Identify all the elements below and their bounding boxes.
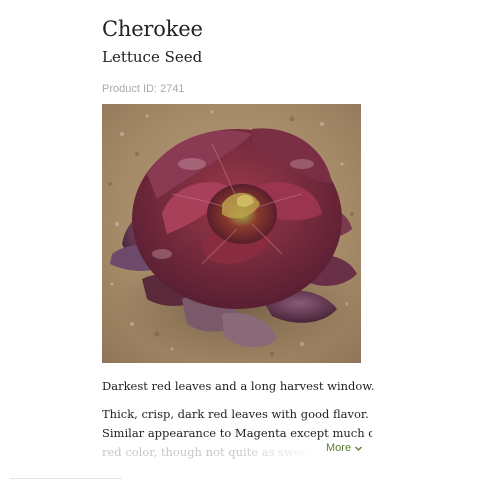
description-line: Similar appearance to Magenta except muc… — [102, 426, 372, 440]
product-title: Cherokee — [102, 17, 203, 41]
product-image[interactable] — [102, 104, 361, 363]
product-subtitle: Lettuce Seed — [102, 48, 203, 66]
chevron-down-icon — [354, 444, 363, 453]
more-label: More — [326, 442, 352, 454]
description-line: Thick, crisp, dark red leaves with good … — [102, 407, 369, 421]
bottom-divider — [10, 478, 122, 479]
product-id: Product ID: 2741 — [102, 83, 185, 95]
more-button[interactable]: More — [326, 442, 363, 454]
product-tagline: Darkest red leaves and a long harvest wi… — [102, 379, 375, 393]
product-page: Cherokee Lettuce Seed Product ID: 2741 D… — [0, 0, 480, 480]
lettuce-photo — [102, 104, 361, 363]
description-line-truncated: red color, though not quite as sweet. Ve… — [102, 445, 317, 459]
